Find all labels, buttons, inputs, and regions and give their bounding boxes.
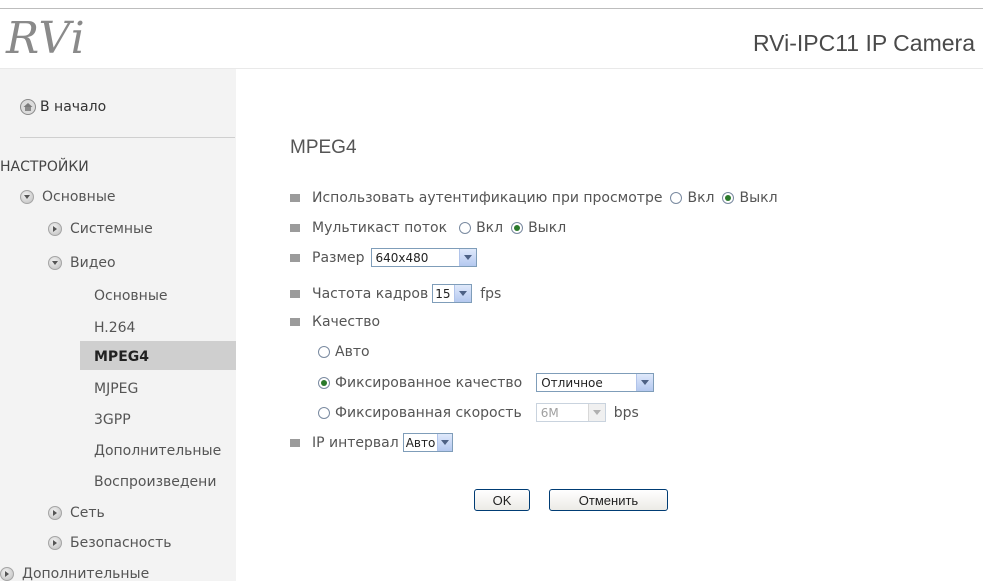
auth-on-label: Вкл <box>687 190 715 206</box>
bullet-icon <box>290 438 300 447</box>
quality-auto-row: Авто <box>310 344 370 360</box>
dropdown-arrow-icon <box>458 249 476 266</box>
ip-interval-select[interactable]: Авто <box>402 433 453 452</box>
fps-row: Частота кадров 15 fps <box>290 284 501 303</box>
sidebar-divider <box>20 137 235 138</box>
sidebar-item-system[interactable]: Системные <box>48 221 153 237</box>
quality-level-select[interactable]: Отличное <box>536 373 655 392</box>
sidebar-item-advanced[interactable]: Дополнительные <box>0 566 149 581</box>
auth-off-label: Выкл <box>739 190 778 206</box>
auth-on-radio[interactable] <box>670 192 683 204</box>
multicast-label: Мультикаст поток <box>312 220 448 236</box>
size-value: 640x480 <box>375 250 429 265</box>
sidebar-item-3gpp[interactable]: 3GPP <box>94 412 131 428</box>
auth-row: Использовать аутентификацию при просмотр… <box>290 190 778 206</box>
auth-off-radio[interactable] <box>722 192 735 204</box>
cancel-button[interactable]: Отменить <box>549 489 668 511</box>
dropdown-arrow-icon <box>587 404 605 421</box>
sidebar-item-network[interactable]: Сеть <box>48 505 105 521</box>
multicast-on-radio[interactable] <box>459 222 472 234</box>
expanded-arrow-icon <box>20 190 34 204</box>
multicast-off-label: Выкл <box>528 220 567 236</box>
fps-select[interactable]: 15 <box>432 284 473 303</box>
multicast-row: Мультикаст поток Вкл Выкл <box>290 220 566 236</box>
quality-label: Качество <box>312 314 381 330</box>
sidebar-item-video[interactable]: Видео <box>48 255 116 271</box>
sidebar-item-playback[interactable]: Воспроизведени <box>94 474 216 490</box>
quality-row: Качество <box>290 314 380 330</box>
collapsed-arrow-icon <box>48 536 62 550</box>
dropdown-arrow-icon <box>454 285 472 302</box>
sidebar-item-h264[interactable]: H.264 <box>94 320 135 336</box>
multicast-off-radio[interactable] <box>511 222 524 234</box>
rate-fixed-label: Фиксированная скорость <box>335 404 522 421</box>
bitrate-unit: bps <box>613 404 639 421</box>
multicast-on-label: Вкл <box>476 220 504 236</box>
expanded-arrow-icon <box>48 256 62 270</box>
rvi-logo: RVi <box>6 13 86 64</box>
size-select[interactable]: 640x480 <box>370 248 477 267</box>
quality-auto-label: Авто <box>335 344 370 360</box>
bullet-icon <box>290 253 300 262</box>
home-icon <box>20 99 36 115</box>
sidebar-item-mjpeg[interactable]: MJPEG <box>94 381 138 397</box>
sidebar-item-label: Сеть <box>70 505 105 521</box>
bullet-icon <box>290 318 300 326</box>
radio-selected-dot <box>321 379 327 386</box>
sidebar-item-video-advanced[interactable]: Дополнительные <box>94 443 221 459</box>
ip-interval-label: IP интервал <box>312 434 399 451</box>
sidebar-item-basic[interactable]: Основные <box>20 189 116 205</box>
product-title: RVi-IPC11 IP Camera <box>752 30 975 56</box>
sidebar: В начало НАСТРОЙКИ Основные Системные Ви… <box>0 69 236 581</box>
settings-heading: НАСТРОЙКИ <box>0 159 89 175</box>
auth-label: Использовать аутентификацию при просмотр… <box>312 190 663 206</box>
quality-fixed-radio[interactable] <box>318 376 330 389</box>
sidebar-item-label: Системные <box>70 221 153 237</box>
quality-auto-radio[interactable] <box>318 346 330 358</box>
main-content: MPEG4 Использовать аутентификацию при пр… <box>236 69 983 581</box>
fps-unit: fps <box>480 285 502 302</box>
bullet-icon <box>290 194 300 202</box>
dropdown-arrow-icon <box>636 374 654 391</box>
bitrate-value: 6M <box>540 405 559 420</box>
fps-label: Частота кадров <box>312 285 429 302</box>
sidebar-item-label: Дополнительные <box>22 566 150 581</box>
bullet-icon <box>290 289 300 298</box>
radio-selected-dot <box>514 225 521 231</box>
sidebar-item-label: Видео <box>70 255 116 271</box>
collapsed-arrow-icon <box>48 506 62 520</box>
collapsed-arrow-icon <box>48 222 62 236</box>
ip-interval-value: Авто <box>405 435 436 450</box>
quality-level-value: Отличное <box>541 375 603 390</box>
ok-button[interactable]: OK <box>474 489 530 511</box>
page-title: MPEG4 <box>290 137 357 158</box>
sidebar-item-video-basic[interactable]: Основные <box>94 288 168 304</box>
rate-fixed-radio[interactable] <box>318 406 330 419</box>
quality-fixed-row: Фиксированное качество Отличное <box>310 373 655 392</box>
fps-value: 15 <box>435 286 451 301</box>
home-label: В начало <box>40 99 107 115</box>
sidebar-item-label: Безопасность <box>70 535 172 551</box>
collapsed-arrow-icon <box>0 567 14 581</box>
size-row: Размер 640x480 <box>290 248 477 267</box>
size-label: Размер <box>312 249 365 266</box>
radio-selected-dot <box>725 195 732 201</box>
quality-fixed-label: Фиксированное качество <box>335 374 523 391</box>
home-link[interactable]: В начало <box>20 99 106 115</box>
top-divider <box>0 8 983 9</box>
sidebar-item-security[interactable]: Безопасность <box>48 535 171 551</box>
ip-interval-row: IP интервал Авто <box>290 433 453 452</box>
bitrate-select[interactable]: 6M <box>535 403 606 422</box>
bullet-icon <box>290 224 300 232</box>
sidebar-item-label: Основные <box>42 189 116 205</box>
dropdown-arrow-icon <box>437 434 452 451</box>
rate-fixed-row: Фиксированная скорость 6M bps <box>310 403 639 422</box>
sidebar-item-mpeg4[interactable]: MPEG4 <box>94 349 149 365</box>
